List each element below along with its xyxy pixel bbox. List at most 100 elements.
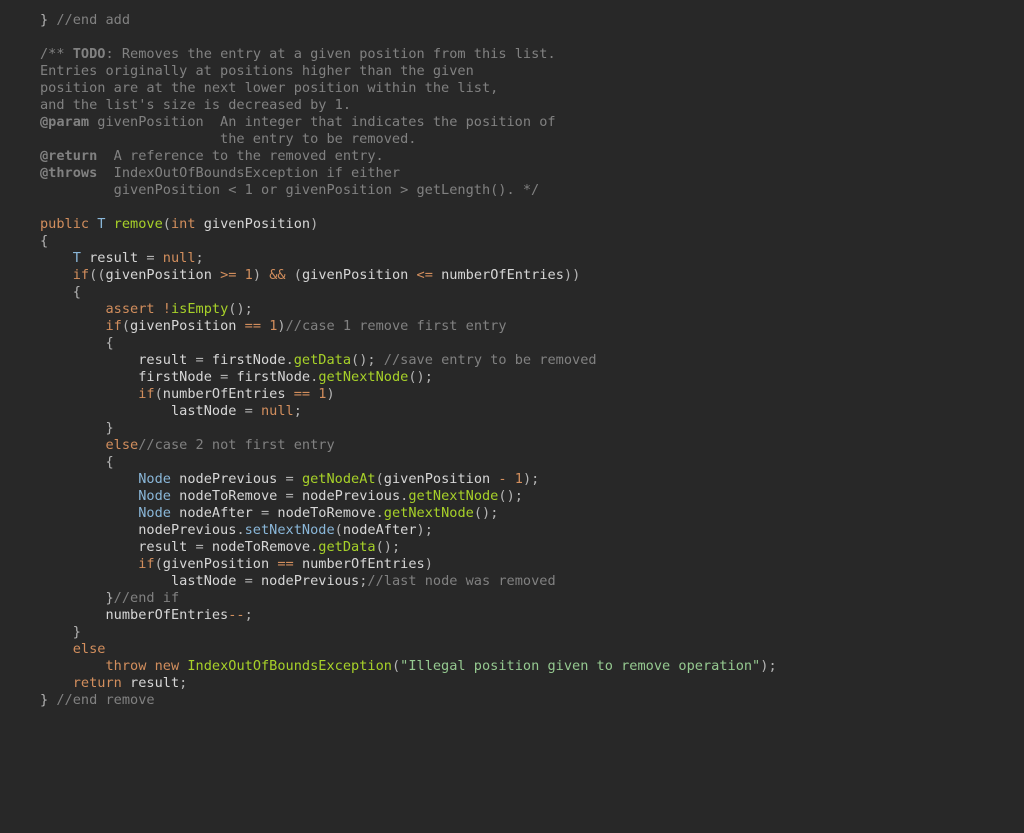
ws: [40, 573, 171, 589]
ws: [105, 216, 113, 232]
ws: [40, 539, 138, 555]
brace: {: [73, 284, 81, 300]
ws: [40, 267, 73, 283]
brace: }: [105, 420, 113, 436]
ws: [40, 624, 73, 640]
ws: [40, 369, 138, 385]
semi: ;: [392, 539, 400, 555]
var: nodeAfter: [179, 505, 253, 521]
op-eq: ==: [236, 318, 269, 334]
paren: ): [572, 267, 580, 283]
comment: //case 2 not first entry: [138, 437, 334, 453]
var: givenPosition: [106, 267, 212, 283]
paren: ): [310, 216, 318, 232]
comment: //end add: [48, 12, 130, 28]
code-editor[interactable]: } //end add /** TODO: Removes the entry …: [0, 0, 1024, 709]
ws: [196, 216, 204, 232]
ws: [40, 250, 73, 266]
op-assign: =: [277, 471, 302, 487]
var: nodePrevious: [138, 522, 236, 538]
op-assign: =: [277, 488, 302, 504]
javadoc-text: IndexOutOfBoundsException if either: [97, 165, 400, 181]
ws: [40, 437, 105, 453]
ws: [40, 641, 73, 657]
comment: //last node was removed: [367, 573, 555, 589]
javadoc-open: /**: [40, 46, 73, 62]
ws: [40, 556, 138, 572]
op-not: !: [163, 301, 171, 317]
paren: ): [417, 369, 425, 385]
kw-else: else: [105, 437, 138, 453]
javadoc-todo: TODO: [73, 46, 106, 62]
var: firstNode: [138, 369, 212, 385]
javadoc-text: A reference to the removed entry.: [97, 148, 383, 164]
method-getNodeAt: getNodeAt: [302, 471, 376, 487]
ws: [40, 301, 105, 317]
method-getNextNode: getNextNode: [318, 369, 408, 385]
paren: (: [155, 386, 163, 402]
semi: ;: [531, 471, 539, 487]
brace: }: [105, 590, 113, 606]
type-exception: IndexOutOfBoundsException: [187, 658, 392, 674]
op-assign: =: [236, 573, 261, 589]
dot: .: [236, 522, 244, 538]
op-dec: --: [228, 607, 244, 623]
kw-throw: throw: [105, 658, 146, 674]
var: nodeAfter: [343, 522, 417, 538]
var: numberOfEntries: [163, 386, 286, 402]
type-Node: Node: [138, 505, 171, 521]
type-Node: Node: [138, 471, 171, 487]
semi: ;: [196, 250, 204, 266]
var-result: result: [138, 352, 187, 368]
semi: ;: [425, 369, 433, 385]
paren: ): [523, 471, 531, 487]
string-literal: "Illegal position given to remove operat…: [400, 658, 760, 674]
var: nodeToRemove: [179, 488, 277, 504]
ws: [155, 301, 163, 317]
method-getData: getData: [318, 539, 375, 555]
ws: [40, 352, 138, 368]
var: nodePrevious: [302, 488, 400, 504]
javadoc-text: givenPosition < 1 or givenPosition > get…: [40, 182, 539, 198]
kw-else: else: [73, 641, 106, 657]
var: givenPosition: [302, 267, 408, 283]
var: lastNode: [171, 403, 236, 419]
brace: }: [40, 692, 48, 708]
ws: [171, 471, 179, 487]
ws: [171, 505, 179, 521]
null-literal: null: [261, 403, 294, 419]
semi: ;: [425, 522, 433, 538]
op-eq: ==: [286, 386, 319, 402]
paren: (: [392, 658, 400, 674]
ws: [40, 471, 138, 487]
javadoc-tag-throws: @throws: [40, 165, 97, 181]
paren: ): [277, 318, 285, 334]
var: nodePrevious: [261, 573, 359, 589]
paren: (: [376, 539, 384, 555]
ws: [40, 284, 73, 300]
op-and: &&: [261, 267, 294, 283]
paren: (: [351, 352, 359, 368]
ws: [40, 420, 105, 436]
op-assign: =: [187, 539, 212, 555]
paren: (: [335, 522, 343, 538]
kw-new: new: [155, 658, 180, 674]
op-le: <=: [408, 267, 441, 283]
dot: .: [286, 352, 294, 368]
method-getData: getData: [294, 352, 351, 368]
ws: [40, 505, 138, 521]
paren: ): [507, 488, 515, 504]
semi: ;: [179, 675, 187, 691]
semi: ;: [490, 505, 498, 521]
method-getNextNode: getNextNode: [384, 505, 474, 521]
ws: [40, 386, 138, 402]
ws: [171, 488, 179, 504]
var: numberOfEntries: [302, 556, 425, 572]
var: givenPosition: [384, 471, 490, 487]
var-result: result: [138, 539, 187, 555]
var: nodeToRemove: [212, 539, 310, 555]
method-setNextNode: setNextNode: [245, 522, 335, 538]
kw-return: return: [73, 675, 122, 691]
ws: [40, 522, 138, 538]
op-minus: -: [490, 471, 515, 487]
